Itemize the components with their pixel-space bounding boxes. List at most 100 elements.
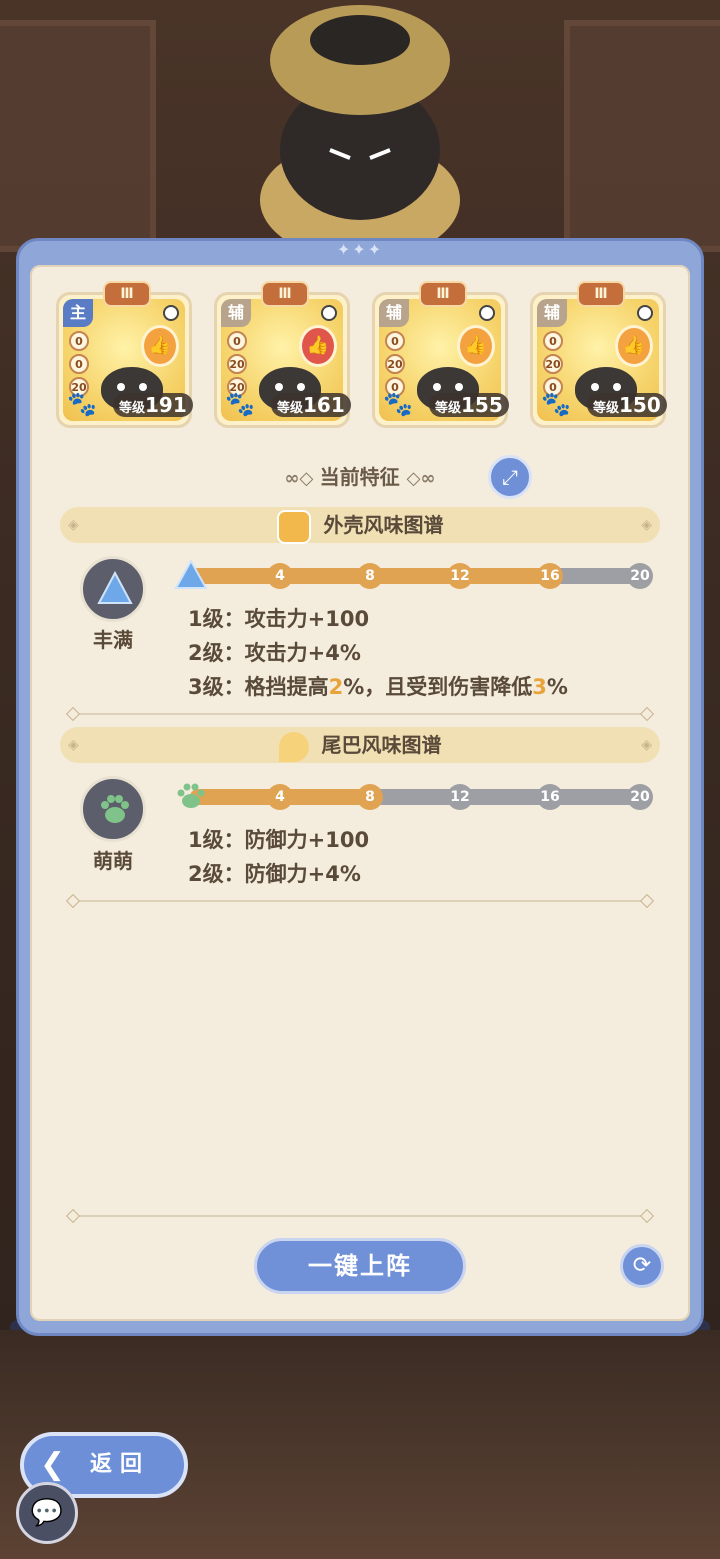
level-effect: % — [546, 675, 568, 699]
character-card[interactable]: 辅 0 20 20 👍 🐾 等级161 Ⅲ — [214, 281, 351, 428]
trait-name: 丰满 — [93, 628, 133, 652]
auto-deploy-button[interactable]: 一键上阵 — [254, 1238, 466, 1294]
highlight-value: 3 — [532, 675, 547, 699]
stat-value: 0 — [227, 331, 247, 351]
triangle-icon — [97, 571, 133, 604]
eye — [117, 383, 125, 391]
stat-value: 0 — [69, 354, 89, 374]
level-value: 155 — [461, 393, 503, 417]
character-card[interactable]: 辅 0 20 0 👍 🐾 等级150 Ⅲ — [530, 281, 667, 428]
trait-icon-plump[interactable] — [80, 556, 146, 622]
traits-title: 当前特征 — [319, 465, 400, 489]
expand-icon: ⤢ — [502, 465, 518, 489]
lock-icon[interactable] — [637, 305, 653, 321]
progress-tick: 16 — [537, 563, 563, 589]
background-window-left — [0, 20, 156, 252]
lock-icon[interactable] — [163, 305, 179, 321]
trait-level-1: 1级：攻击力+100 — [188, 603, 369, 633]
band-title: 尾巴风味图谱 — [321, 733, 442, 757]
band-title: 外壳风味图谱 — [323, 513, 444, 537]
paw-icon: 🐾 — [67, 390, 97, 418]
level-value: 161 — [303, 393, 345, 417]
trait-level-1: 1级：防御力+100 — [188, 824, 369, 854]
lock-icon[interactable] — [479, 305, 495, 321]
expand-button[interactable]: ⤢ — [488, 455, 532, 499]
band-ornament-icon: ◈ — [641, 517, 652, 533]
card-portrait: 辅 0 20 20 👍 🐾 等级161 — [221, 299, 351, 421]
level-prefix: 2级： — [188, 862, 245, 886]
role-tag: 辅 — [379, 299, 409, 327]
character-card[interactable]: 辅 0 20 0 👍 🐾 等级155 Ⅲ — [372, 281, 509, 428]
refresh-icon: ⟳ — [632, 1253, 652, 1278]
paw-icon: 🐾 — [225, 390, 255, 418]
role-tag: 辅 — [537, 299, 567, 327]
stat-value: 0 — [543, 331, 563, 351]
trait-level-2: 2级：防御力+4% — [188, 858, 361, 888]
trait-progress-track: 4 8 12 16 20 — [174, 559, 653, 589]
level-effect: %，且受到伤害降低 — [343, 675, 533, 699]
trait-name: 萌萌 — [93, 849, 133, 873]
level-pill: 等级150 — [587, 393, 667, 417]
progress-tick: 20 — [627, 784, 653, 810]
highlight-value: 2 — [328, 675, 344, 699]
trait-level-2: 2级：攻击力+4% — [188, 637, 361, 667]
level-pill: 等级155 — [429, 393, 509, 417]
panel-top-ornament: ✦✦✦ — [336, 240, 384, 259]
rank-tab: Ⅲ — [103, 281, 151, 307]
level-prefix: 1级： — [188, 828, 245, 852]
level-pill: 等级191 — [113, 393, 193, 417]
level-label: 等级 — [593, 401, 620, 416]
level-prefix: 1级： — [188, 607, 245, 631]
trait-progress-track: 4 8 12 16 20 — [177, 783, 653, 810]
triangle-icon — [174, 559, 208, 589]
level-effect: 攻击力+4% — [244, 641, 361, 665]
background-window-right — [564, 20, 720, 252]
section-divider — [70, 900, 650, 902]
stat-value: 0 — [385, 331, 405, 351]
paw-icon — [177, 783, 205, 808]
progress-tick: 20 — [627, 563, 653, 589]
tail-icon — [278, 731, 309, 762]
role-tag: 主 — [63, 299, 93, 327]
character-card[interactable]: 主 0 0 20 👍 🐾 等级191 Ⅲ — [56, 281, 193, 428]
level-effect: 防御力+4% — [244, 862, 361, 886]
chat-button[interactable]: 💬 — [16, 1482, 78, 1544]
card-portrait: 主 0 0 20 👍 🐾 等级191 — [63, 299, 193, 421]
traits-header: ∞◇ 当前特征 ◇∞ — [0, 460, 720, 494]
eye — [297, 383, 305, 391]
trait-level-3: 3级：格挡提高2%，且受到伤害降低3% — [188, 671, 568, 701]
chat-icon: 💬 — [30, 1498, 64, 1528]
refresh-button[interactable]: ⟳ — [620, 1244, 664, 1288]
stat-value: 20 — [227, 354, 247, 374]
progress-tick: 4 — [267, 784, 293, 810]
role-tag: 辅 — [221, 299, 251, 327]
thumbs-up-badge-icon: 👍 — [141, 325, 179, 367]
level-effect: 格挡提高 — [244, 675, 329, 699]
section-band-shell: ◈ 外壳风味图谱 ◈ — [60, 507, 660, 544]
level-label: 等级 — [119, 401, 146, 416]
lock-icon[interactable] — [321, 305, 337, 321]
thumbs-up-badge-icon: 👍 — [615, 325, 653, 367]
rank-tab: Ⅲ — [419, 281, 467, 307]
level-effect: 攻击力+100 — [244, 607, 370, 631]
band-ornament-icon: ◈ — [68, 737, 79, 753]
bottom-divider — [70, 1215, 650, 1217]
band-ornament-icon: ◈ — [68, 517, 79, 533]
level-label: 等级 — [435, 401, 462, 416]
eye — [275, 383, 283, 391]
thumbs-up-badge-icon: 👍 — [299, 325, 337, 367]
paw-icon — [101, 795, 129, 823]
shell-icon — [276, 509, 311, 544]
band-ornament-icon: ◈ — [641, 737, 652, 753]
rank-tab: Ⅲ — [261, 281, 309, 307]
trait-icon-cute[interactable] — [80, 776, 146, 842]
paw-icon: 🐾 — [383, 390, 413, 418]
level-value: 191 — [145, 393, 187, 417]
eye — [613, 383, 621, 391]
left-ornament-icon: ∞◇ — [284, 468, 320, 489]
eye — [455, 383, 463, 391]
eye — [591, 383, 599, 391]
stat-value: 20 — [385, 354, 405, 374]
thumbs-up-badge-icon: 👍 — [457, 325, 495, 367]
level-prefix: 3级： — [188, 675, 245, 699]
